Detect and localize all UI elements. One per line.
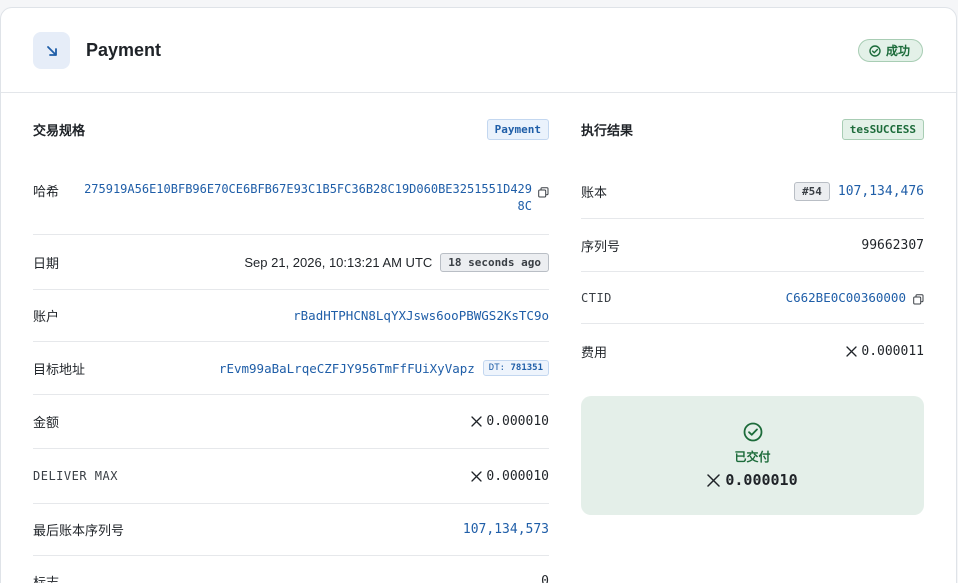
delivered-amount: 0.000010 bbox=[707, 471, 798, 489]
ctid-row: CTID C662BE0C00360000 bbox=[581, 272, 924, 324]
ctid-link[interactable]: C662BE0C00360000 bbox=[786, 290, 906, 305]
delivermax-value: 0.000010 bbox=[486, 468, 549, 484]
last-ledger-link[interactable]: 107,134,573 bbox=[463, 522, 549, 537]
execution-result-section: 执行结果 tesSUCCESS 账本 #54 107,134,476 序列号 9… bbox=[581, 94, 924, 515]
xrp-icon bbox=[471, 470, 483, 482]
destination-link[interactable]: rEvm99aBaLrqeCZFJY956TmFfFUiXyVapz bbox=[219, 361, 475, 376]
section-title: 执行结果 bbox=[581, 122, 634, 138]
copy-icon[interactable] bbox=[538, 185, 549, 198]
flags-value: 0 bbox=[541, 573, 549, 583]
section-title: 交易规格 bbox=[33, 122, 86, 138]
xrp-icon bbox=[471, 416, 483, 427]
xrp-icon bbox=[846, 346, 858, 357]
check-circle-icon bbox=[743, 422, 762, 442]
delivermax-label: DELIVER MAX bbox=[33, 469, 118, 483]
transaction-type-tag: Payment bbox=[486, 118, 549, 140]
delivermax-row: DELIVER MAX 0.000010 bbox=[33, 449, 549, 504]
status-badge: 成功 bbox=[857, 39, 923, 62]
account-row: 账户 rBadHTPHCN8LqYXJsws6ooPBWGS2KsTC9o bbox=[33, 290, 549, 342]
ctid-label: CTID bbox=[581, 290, 612, 305]
flags-label: 标志 bbox=[33, 574, 60, 583]
date-row: 日期 Sep 21, 2026, 10:13:21 AM UTC 18 seco… bbox=[33, 235, 549, 290]
copy-icon[interactable] bbox=[913, 292, 924, 305]
sequence-value: 99662307 bbox=[861, 237, 924, 253]
destination-tag-value: 781351 bbox=[510, 363, 543, 373]
destination-tag-badge: DT: 781351 bbox=[482, 360, 549, 376]
destination-label: 目标地址 bbox=[33, 361, 86, 377]
destination-tag-prefix: DT: bbox=[488, 363, 506, 373]
last-ledger-label: 最后账本序列号 bbox=[33, 523, 125, 538]
ledger-row: 账本 #54 107,134,476 bbox=[581, 164, 924, 219]
fee-row: 费用 0.000011 bbox=[581, 324, 924, 379]
sequence-label: 序列号 bbox=[581, 238, 621, 254]
amount-value: 0.000010 bbox=[486, 414, 549, 429]
relative-time-badge: 18 seconds ago bbox=[440, 252, 549, 272]
hash-row: 哈希 275919A56E10BFB96E70CE6BFB67E93C1B5FC… bbox=[33, 164, 549, 235]
account-label: 账户 bbox=[33, 309, 60, 324]
transaction-spec-section: 交易规格 Payment 哈希 275919A56E10BFB96E70CE6B… bbox=[33, 94, 549, 583]
transaction-type-title: Payment bbox=[86, 40, 162, 60]
hash-label: 哈希 bbox=[33, 184, 60, 199]
fee-label: 费用 bbox=[581, 345, 608, 360]
arrow-down-right-icon bbox=[33, 32, 70, 69]
account-link[interactable]: rBadHTPHCN8LqYXJsws6ooPBWGS2KsTC9o bbox=[293, 308, 549, 323]
ledger-label: 账本 bbox=[581, 184, 608, 200]
last-ledger-row: 最后账本序列号 107,134,573 bbox=[33, 504, 549, 556]
delivered-label: 已交付 bbox=[734, 450, 771, 464]
result-code-tag: tesSUCCESS bbox=[841, 118, 924, 140]
date-value: Sep 21, 2026, 10:13:21 AM UTC bbox=[244, 254, 433, 270]
amount-label: 金额 bbox=[33, 415, 60, 430]
sequence-row: 序列号 99662307 bbox=[581, 219, 924, 272]
flags-row: 标志 0 bbox=[33, 556, 549, 583]
transaction-header: Payment 成功 bbox=[1, 8, 956, 93]
transaction-card: Payment 成功 交易规格 Payment 哈希 275919A56E10B… bbox=[0, 7, 957, 583]
check-circle-icon bbox=[869, 44, 881, 57]
delivered-amount-panel: 已交付 0.000010 bbox=[581, 396, 924, 515]
ledger-link[interactable]: 107,134,476 bbox=[838, 184, 924, 199]
status-text: 成功 bbox=[885, 44, 910, 58]
delivered-amount-value: 0.000010 bbox=[725, 471, 798, 489]
hash-value[interactable]: 275919A56E10BFB96E70CE6BFB67E93C1B5FC36B… bbox=[84, 181, 532, 215]
destination-row: 目标地址 rEvm99aBaLrqeCZFJY956TmFfFUiXyVapz … bbox=[33, 342, 549, 395]
ledger-tx-index-badge: #54 bbox=[794, 181, 830, 201]
amount-row: 金额 0.000010 bbox=[33, 395, 549, 449]
xrp-icon bbox=[707, 473, 721, 487]
fee-value: 0.000011 bbox=[861, 344, 924, 359]
date-label: 日期 bbox=[33, 255, 60, 271]
